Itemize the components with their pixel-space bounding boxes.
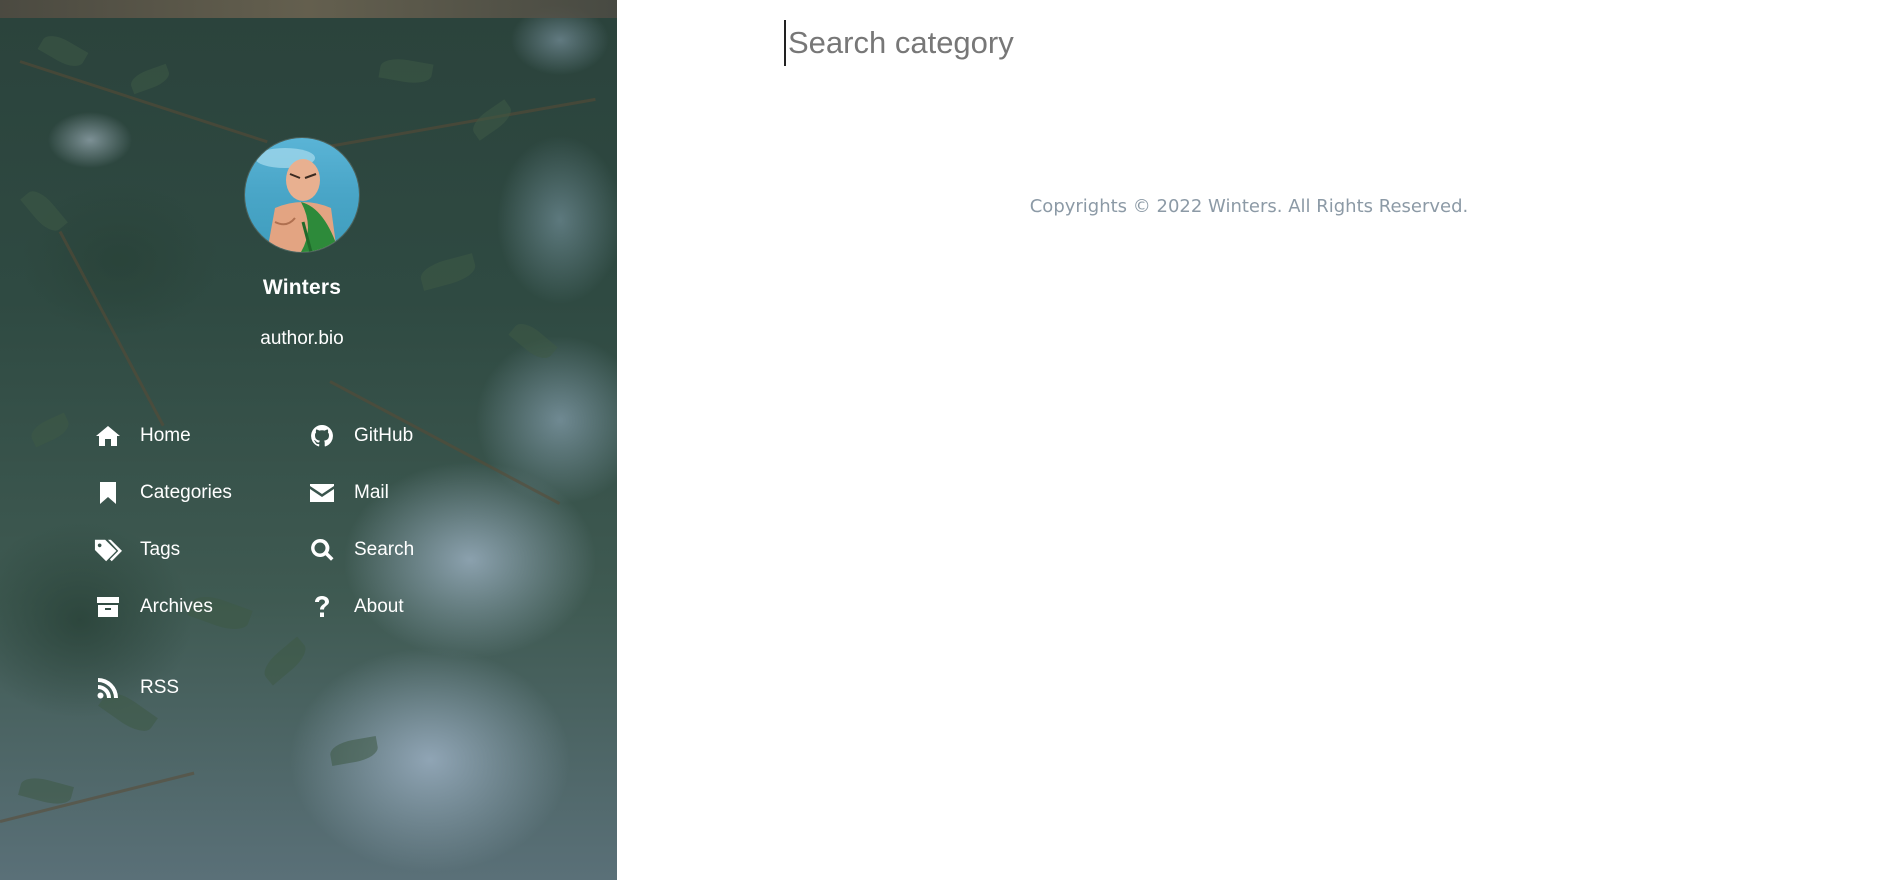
author-bio: author.bio bbox=[260, 328, 344, 349]
question-icon bbox=[308, 593, 336, 621]
nav-item-label: Categories bbox=[140, 482, 232, 503]
nav-item-label: Home bbox=[140, 425, 191, 446]
search-icon bbox=[308, 536, 336, 564]
search-category-input[interactable] bbox=[784, 20, 1488, 66]
leaf bbox=[378, 55, 434, 87]
home-icon bbox=[94, 422, 122, 450]
rss-icon bbox=[94, 674, 122, 702]
nav-item-github[interactable]: GitHub bbox=[308, 421, 413, 451]
archive-icon bbox=[94, 593, 122, 621]
nav-item-home[interactable]: Home bbox=[94, 421, 191, 451]
nav-item-rss[interactable]: RSS bbox=[94, 673, 179, 703]
leaf bbox=[27, 412, 73, 448]
copyright-footer: Copyrights © 2022 Winters. All Rights Re… bbox=[1029, 196, 1469, 217]
sidebar: Winters author.bio Home Categories Tags bbox=[0, 0, 617, 880]
nav-item-about[interactable]: About bbox=[308, 592, 404, 622]
leaf bbox=[128, 63, 172, 95]
tags-icon bbox=[94, 536, 122, 564]
nav-item-archives[interactable]: Archives bbox=[94, 592, 213, 622]
page: Winters author.bio Home Categories Tags bbox=[0, 0, 1881, 880]
leaf bbox=[258, 636, 312, 686]
avatar[interactable] bbox=[245, 138, 359, 252]
nav-item-label: Mail bbox=[354, 482, 389, 503]
nav-item-label: Tags bbox=[140, 539, 181, 560]
nav-item-mail[interactable]: Mail bbox=[308, 478, 389, 508]
leaf bbox=[20, 185, 68, 237]
nav-item-categories[interactable]: Categories bbox=[94, 478, 232, 508]
nav-item-search[interactable]: Search bbox=[308, 535, 414, 565]
nav-item-label: GitHub bbox=[354, 425, 414, 446]
branch bbox=[299, 97, 596, 153]
envelope-icon bbox=[308, 479, 336, 507]
nav-item-label: Search bbox=[354, 539, 415, 560]
bookmark-icon bbox=[94, 479, 122, 507]
leaf bbox=[328, 735, 380, 767]
nav-item-label: About bbox=[354, 596, 404, 617]
nav-item-label: RSS bbox=[140, 677, 180, 698]
leaf bbox=[37, 29, 89, 73]
nav-item-label: Archives bbox=[140, 596, 213, 617]
github-icon bbox=[308, 422, 336, 450]
avatar-image bbox=[255, 148, 339, 252]
author-name: Winters bbox=[262, 276, 342, 299]
main-content: Copyrights © 2022 Winters. All Rights Re… bbox=[617, 0, 1881, 880]
nav-item-tags[interactable]: Tags bbox=[94, 535, 180, 565]
